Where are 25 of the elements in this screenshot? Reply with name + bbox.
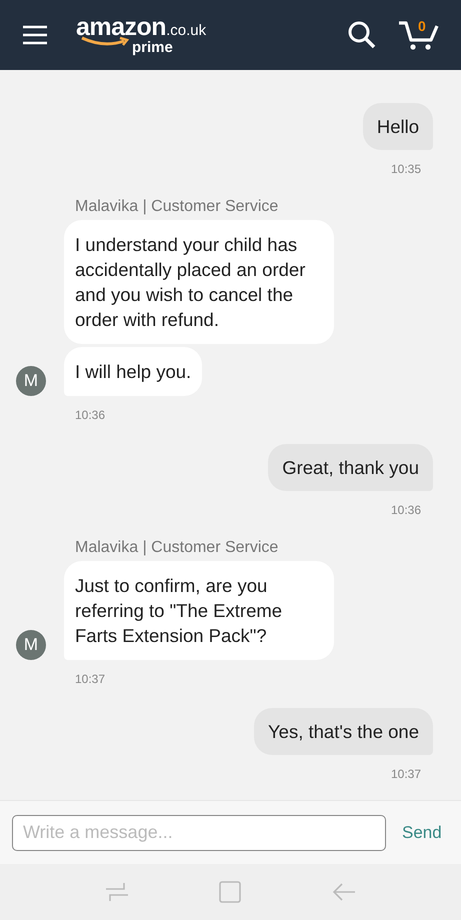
message-bubble: Hello [362,103,433,150]
timestamp: 10:37 [390,767,421,781]
back-icon[interactable] [330,881,357,903]
timestamp: 10:37 [75,672,106,686]
send-button[interactable]: Send [396,818,448,846]
message-bubble: Yes, that's the one [254,708,433,755]
message-bubble: I understand your child has accidentally placed an order and you wish to cancel the order with refund. [64,220,334,344]
message-bubble: I will help you. [64,347,202,396]
message-bubble: Just to confirm, are you referring to "The Extreme Farts Extension Pack"? [64,561,334,660]
recent-apps-icon[interactable] [104,881,130,903]
avatar: M [16,366,46,396]
search-icon[interactable] [347,20,377,50]
sender-name: Malavika | Customer Service [75,539,278,557]
timestamp: 10:36 [390,503,421,517]
menu-icon[interactable] [22,25,48,45]
sender-name: Malavika | Customer Service [75,198,278,216]
cart-count: 0 [418,18,426,34]
timestamp: 10:36 [75,408,106,422]
timestamp: 10:35 [390,162,421,176]
message-input[interactable]: Write a message... [12,814,386,850]
home-icon[interactable] [218,880,242,904]
message-bubble: Great, thank you [268,444,433,491]
logo[interactable]: amazon.co.uk prime [76,15,206,55]
cart-button[interactable]: 0 [397,18,439,52]
avatar: M [16,630,46,660]
